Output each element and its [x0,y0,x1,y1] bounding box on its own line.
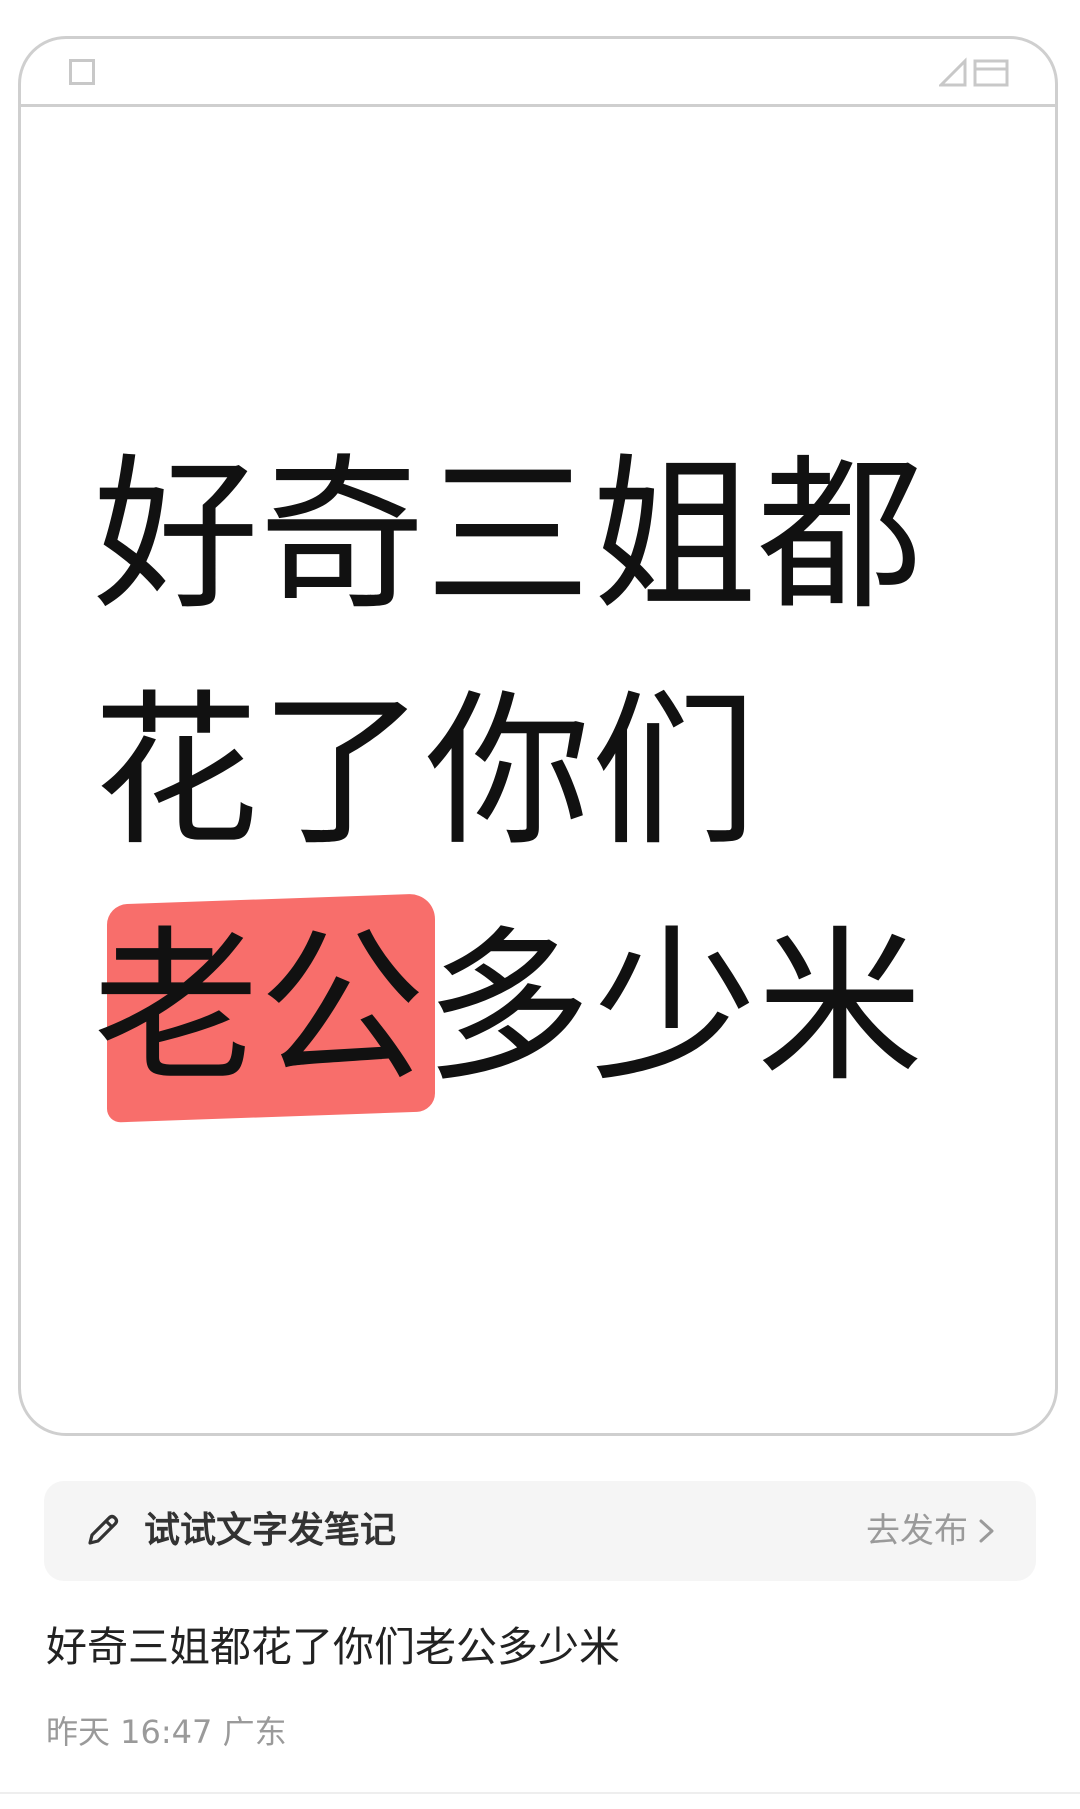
go-publish-label: 去发布 [866,1511,968,1551]
card-headline: 好奇三姐都 花了你们 老公多少米 [93,419,1013,1127]
square-icon [69,59,95,85]
headline-line-1: 好奇三姐都 [93,440,923,633]
headline-line-3: 老公多少米 [93,891,1013,1127]
post-meta: 昨天 16:47 广东 [46,1712,287,1752]
highlighted-word: 老公 [93,891,425,1127]
pencil-icon [88,1514,119,1545]
signal-battery-icon [939,57,1009,87]
go-publish-button[interactable]: 去发布 [866,1509,998,1553]
post-location: 广东 [222,1713,287,1751]
note-image-card[interactable]: 好奇三姐都 花了你们 老公多少米 [18,36,1058,1436]
chevron-right-icon [979,1519,994,1543]
headline-line-2: 花了你们 [93,676,757,869]
post-title: 好奇三姐都花了你们老公多少米 [46,1623,620,1671]
divider [0,1792,1080,1794]
prompt-text: 试试文字发笔记 [144,1510,397,1551]
post-time: 昨天 16:47 [46,1713,213,1751]
text-note-prompt-bar[interactable]: 试试文字发笔记 去发布 [44,1481,1036,1581]
card-top-bar [21,39,1055,107]
headline-line-3-rest: 多少米 [425,912,923,1105]
